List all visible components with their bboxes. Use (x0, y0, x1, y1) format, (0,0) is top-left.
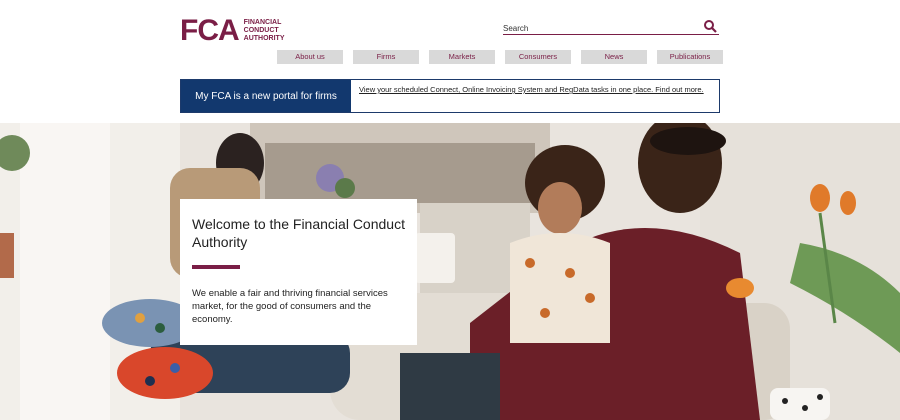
logo-line-2: CONDUCT (243, 27, 279, 34)
myfca-banner: My FCA is a new portal for firms View yo… (180, 79, 720, 113)
fca-logo[interactable]: FCA FINANCIAL CONDUCT AUTHORITY (180, 16, 285, 46)
hero-section: Welcome to the Financial Conduct Authori… (0, 123, 900, 420)
title-underline (192, 265, 240, 269)
welcome-title: Welcome to the Financial Conduct Authori… (192, 216, 405, 250)
hero-image (0, 123, 900, 420)
logo-line-3: AUTHORITY (243, 35, 285, 42)
nav-news[interactable]: News (581, 50, 647, 64)
welcome-card: Welcome to the Financial Conduct Authori… (180, 199, 417, 345)
banner-link[interactable]: View your scheduled Connect, Online Invo… (359, 85, 704, 94)
banner-heading: My FCA is a new portal for firms (181, 80, 351, 112)
nav-consumers[interactable]: Consumers (505, 50, 571, 64)
nav-publications[interactable]: Publications (657, 50, 723, 64)
search-icon[interactable] (703, 19, 717, 33)
banner-body: View your scheduled Connect, Online Invo… (351, 80, 719, 112)
logo-mark: FCA (180, 14, 240, 47)
logo-wordmark: FINANCIAL CONDUCT AUTHORITY (244, 19, 285, 43)
main-nav: About us Firms Markets Consumers News Pu… (277, 50, 723, 64)
search-bar (503, 18, 719, 35)
nav-firms[interactable]: Firms (353, 50, 419, 64)
nav-markets[interactable]: Markets (429, 50, 495, 64)
welcome-text: We enable a fair and thriving financial … (192, 288, 388, 325)
logo-line-1: FINANCIAL (243, 19, 282, 26)
search-input[interactable] (503, 22, 693, 33)
nav-about-us[interactable]: About us (277, 50, 343, 64)
